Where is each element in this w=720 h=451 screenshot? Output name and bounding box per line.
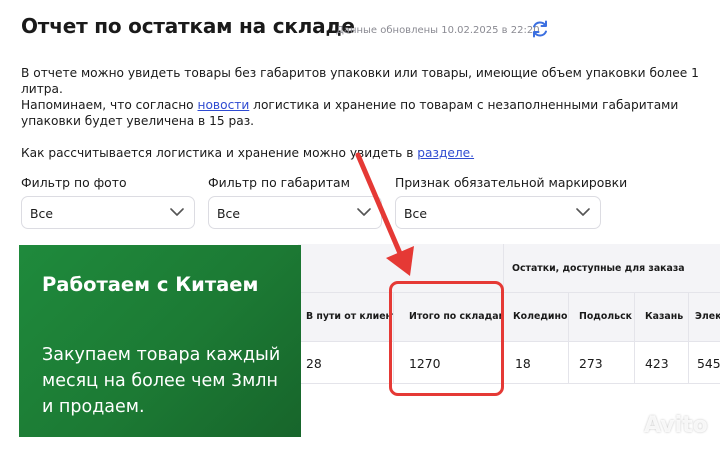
- column-header-label: Подольск: [579, 311, 633, 322]
- column-header: Подольск: [569, 293, 635, 342]
- watermark-text: Avito: [644, 413, 708, 438]
- info-line-2-start: Напоминаем, что согласно: [21, 98, 198, 112]
- filter-photo-label: Фильтр по фото: [21, 175, 127, 190]
- filter-marking-label: Признак обязательной маркировки: [395, 175, 628, 190]
- cell-value: 273: [579, 356, 603, 371]
- column-header-label: Казань: [645, 311, 684, 322]
- refresh-icon[interactable]: [530, 19, 550, 39]
- filter-size-value: Все: [217, 206, 240, 221]
- table-cell: 423: [635, 342, 689, 384]
- column-header: Элект: [689, 293, 720, 342]
- promo-banner: Работаем с Китаем Закупаем товара каждый…: [19, 245, 301, 437]
- chevron-down-icon: [576, 208, 590, 216]
- filter-marking-select[interactable]: Все: [395, 196, 601, 229]
- filter-photo-select[interactable]: Все: [21, 196, 195, 229]
- info-paragraph: В отчете можно увидеть товары без габари…: [21, 65, 701, 129]
- chevron-down-icon: [170, 208, 184, 216]
- cell-value: 545: [697, 356, 720, 371]
- red-arrow-icon: [355, 152, 414, 276]
- filter-photo-value: Все: [30, 206, 53, 221]
- promo-title: Работаем с Китаем: [42, 273, 259, 296]
- column-header: Казань: [635, 293, 689, 342]
- column-header-label: В пути от клиента: [306, 311, 393, 322]
- table-cell: 28: [298, 342, 394, 384]
- column-header: Коледино: [503, 293, 569, 342]
- filter-size-label: Фильтр по габаритам: [208, 175, 350, 190]
- section-link[interactable]: разделе.: [417, 146, 474, 160]
- column-header-label: Коледино: [513, 311, 568, 322]
- update-timestamp: Данные обновлены 10.02.2025 в 22:20: [336, 25, 540, 36]
- group-header-label: Остатки, доступные для заказа: [512, 263, 685, 274]
- column-header-label: Элект: [695, 311, 720, 322]
- column-header: В пути от клиента: [298, 293, 394, 342]
- cell-value: 28: [306, 356, 322, 371]
- highlight-frame: [389, 281, 504, 396]
- cell-value: 18: [515, 356, 531, 371]
- table-cell: 545: [689, 342, 720, 384]
- table-cell: 18: [503, 342, 569, 384]
- news-link[interactable]: новости: [198, 98, 250, 112]
- avito-logo-icon: [617, 414, 638, 438]
- avito-watermark: Avito: [612, 411, 716, 441]
- info-line-1: В отчете можно увидеть товары без габари…: [21, 66, 699, 96]
- cell-value: 423: [645, 356, 669, 371]
- page-title: Отчет по остаткам на складе: [21, 14, 355, 38]
- promo-text: Закупаем товара каждый месяц на более че…: [42, 345, 281, 417]
- table-cell: 273: [569, 342, 635, 384]
